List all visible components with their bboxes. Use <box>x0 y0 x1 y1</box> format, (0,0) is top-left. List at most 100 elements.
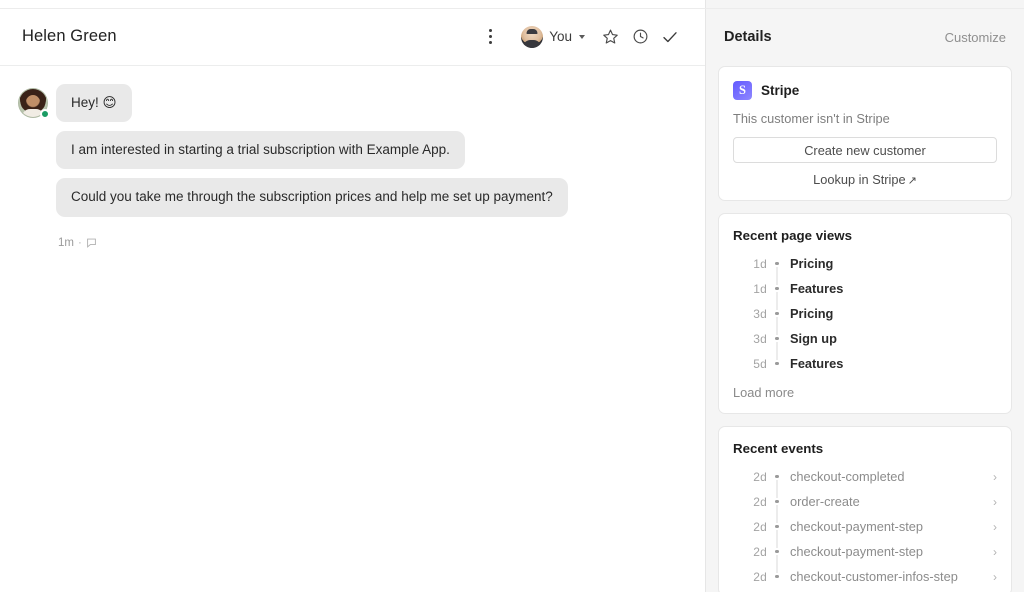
message-bubble: I am interested in starting a trial subs… <box>56 131 465 170</box>
stripe-app-name: Stripe <box>761 83 800 98</box>
event-label: checkout-completed <box>790 469 905 484</box>
timeline-dot-icon <box>775 499 779 504</box>
page-view-age: 1d <box>753 281 767 296</box>
snooze-button[interactable] <box>625 22 655 52</box>
checkmark-icon <box>661 28 679 46</box>
online-status-indicator <box>40 109 50 119</box>
page-view-label: Features <box>790 281 844 296</box>
timeline-dot-icon <box>775 336 779 341</box>
top-divider <box>0 8 1024 9</box>
list-item[interactable]: 3d Sign up <box>733 326 997 351</box>
list-item[interactable]: 1d Pricing <box>733 251 997 276</box>
lookup-in-stripe-label: Lookup in Stripe <box>813 172 906 187</box>
chevron-right-icon[interactable]: › <box>985 496 997 508</box>
stripe-logo-icon: S <box>733 81 752 100</box>
details-body: S Stripe This customer isn't in Stripe C… <box>706 66 1024 592</box>
conversation-panel: Helen Green You Hey! 😊 I am interested i… <box>0 0 705 592</box>
star-button[interactable] <box>595 22 625 52</box>
customize-link[interactable]: Customize <box>945 30 1006 45</box>
list-item[interactable]: 2d order-create › <box>733 489 997 514</box>
assignee-name: You <box>549 29 572 44</box>
event-age: 2d <box>753 469 767 484</box>
stripe-card-header: S Stripe <box>733 81 997 100</box>
page-view-label: Pricing <box>790 306 834 321</box>
list-item[interactable]: 2d checkout-payment-step › <box>733 539 997 564</box>
page-view-age: 3d <box>753 306 767 321</box>
event-label: checkout-customer-infos-step <box>790 569 958 584</box>
message-meta: 1m · <box>56 237 97 249</box>
list-item[interactable]: 1d Features <box>733 276 997 301</box>
timeline-dot-icon <box>775 474 779 479</box>
details-title: Details <box>724 29 772 45</box>
external-link-icon: ↗ <box>907 175 917 187</box>
timeline-dot-icon <box>775 574 779 579</box>
load-more-button[interactable]: Load more <box>733 385 997 400</box>
timeline-dot-icon <box>775 524 779 529</box>
chevron-right-icon[interactable]: › <box>985 546 997 558</box>
chevron-right-icon[interactable]: › <box>985 571 997 583</box>
timeline-dot-icon <box>775 261 779 266</box>
meta-separator: · <box>77 236 82 249</box>
conversation-header: Helen Green You <box>0 8 705 66</box>
timeline-marker <box>767 514 787 539</box>
timeline-marker <box>767 351 787 376</box>
list-item[interactable]: 3d Pricing <box>733 301 997 326</box>
page-view-age: 1d <box>753 256 767 271</box>
recent-page-views-title: Recent page views <box>733 228 852 243</box>
stripe-card: S Stripe This customer isn't in Stripe C… <box>718 66 1012 201</box>
inbox-app: Helen Green You Hey! 😊 I am interested i… <box>0 0 1024 592</box>
message-bubble: Hey! 😊 <box>56 84 132 123</box>
recent-page-views-card: Recent page views 1d Pricing 1d Features… <box>718 213 1012 414</box>
page-title: Helen Green <box>22 27 117 45</box>
chevron-right-icon[interactable]: › <box>985 471 997 483</box>
clock-icon <box>632 28 649 45</box>
recent-events-title: Recent events <box>733 441 824 456</box>
close-conversation-button[interactable] <box>655 22 685 52</box>
message-group: Hey! 😊 I am interested in starting a tri… <box>18 84 685 249</box>
page-view-label: Sign up <box>790 331 837 346</box>
message-bubble: Could you take me through the subscripti… <box>56 178 568 217</box>
timeline-marker <box>767 326 787 351</box>
list-item[interactable]: 2d checkout-completed › <box>733 464 997 489</box>
timeline-dot-icon <box>775 311 779 316</box>
timeline-dot-icon <box>775 286 779 291</box>
more-options-button[interactable] <box>475 22 505 52</box>
timeline-marker <box>767 564 787 589</box>
event-age: 2d <box>753 519 767 534</box>
event-age: 2d <box>753 544 767 559</box>
create-new-customer-button[interactable]: Create new customer <box>733 137 997 163</box>
page-view-age: 3d <box>753 331 767 346</box>
list-item[interactable]: 2d checkout-customer-infos-step › <box>733 564 997 589</box>
list-item[interactable]: 5d Features <box>733 351 997 376</box>
timeline-dot-icon <box>775 549 779 554</box>
page-view-age: 5d <box>753 356 767 371</box>
comment-icon <box>86 237 97 248</box>
timeline-marker <box>767 251 787 276</box>
message-timestamp: 1m <box>58 236 74 249</box>
chevron-right-icon[interactable]: › <box>985 521 997 533</box>
star-icon <box>602 28 619 45</box>
message-list: Hey! 😊 I am interested in starting a tri… <box>0 66 705 592</box>
page-views-timeline: 1d Pricing 1d Features 3d Pricing 3d Sig… <box>733 251 997 376</box>
timeline-dot-icon <box>775 361 779 366</box>
assignee-selector[interactable]: You <box>521 25 585 48</box>
stripe-status-text: This customer isn't in Stripe <box>733 111 890 126</box>
event-label: order-create <box>790 494 860 509</box>
assignee-avatar <box>521 25 544 48</box>
timeline-marker <box>767 301 787 326</box>
details-header: Details Customize <box>706 8 1024 66</box>
timeline-marker <box>767 464 787 489</box>
timeline-marker <box>767 489 787 514</box>
list-item[interactable]: 2d checkout-payment-step › <box>733 514 997 539</box>
timeline-marker <box>767 539 787 564</box>
chevron-down-icon <box>579 34 585 39</box>
page-view-label: Pricing <box>790 256 834 271</box>
header-actions: You <box>475 22 685 52</box>
timeline-marker <box>767 276 787 301</box>
event-label: checkout-payment-step <box>790 519 924 534</box>
recent-events-card: Recent events 2d checkout-completed › 2d… <box>718 426 1012 592</box>
events-timeline: 2d checkout-completed › 2d order-create … <box>733 464 997 589</box>
event-age: 2d <box>753 569 767 584</box>
lookup-in-stripe-link[interactable]: Lookup in Stripe ↗ <box>733 172 997 187</box>
avatar <box>18 88 50 119</box>
